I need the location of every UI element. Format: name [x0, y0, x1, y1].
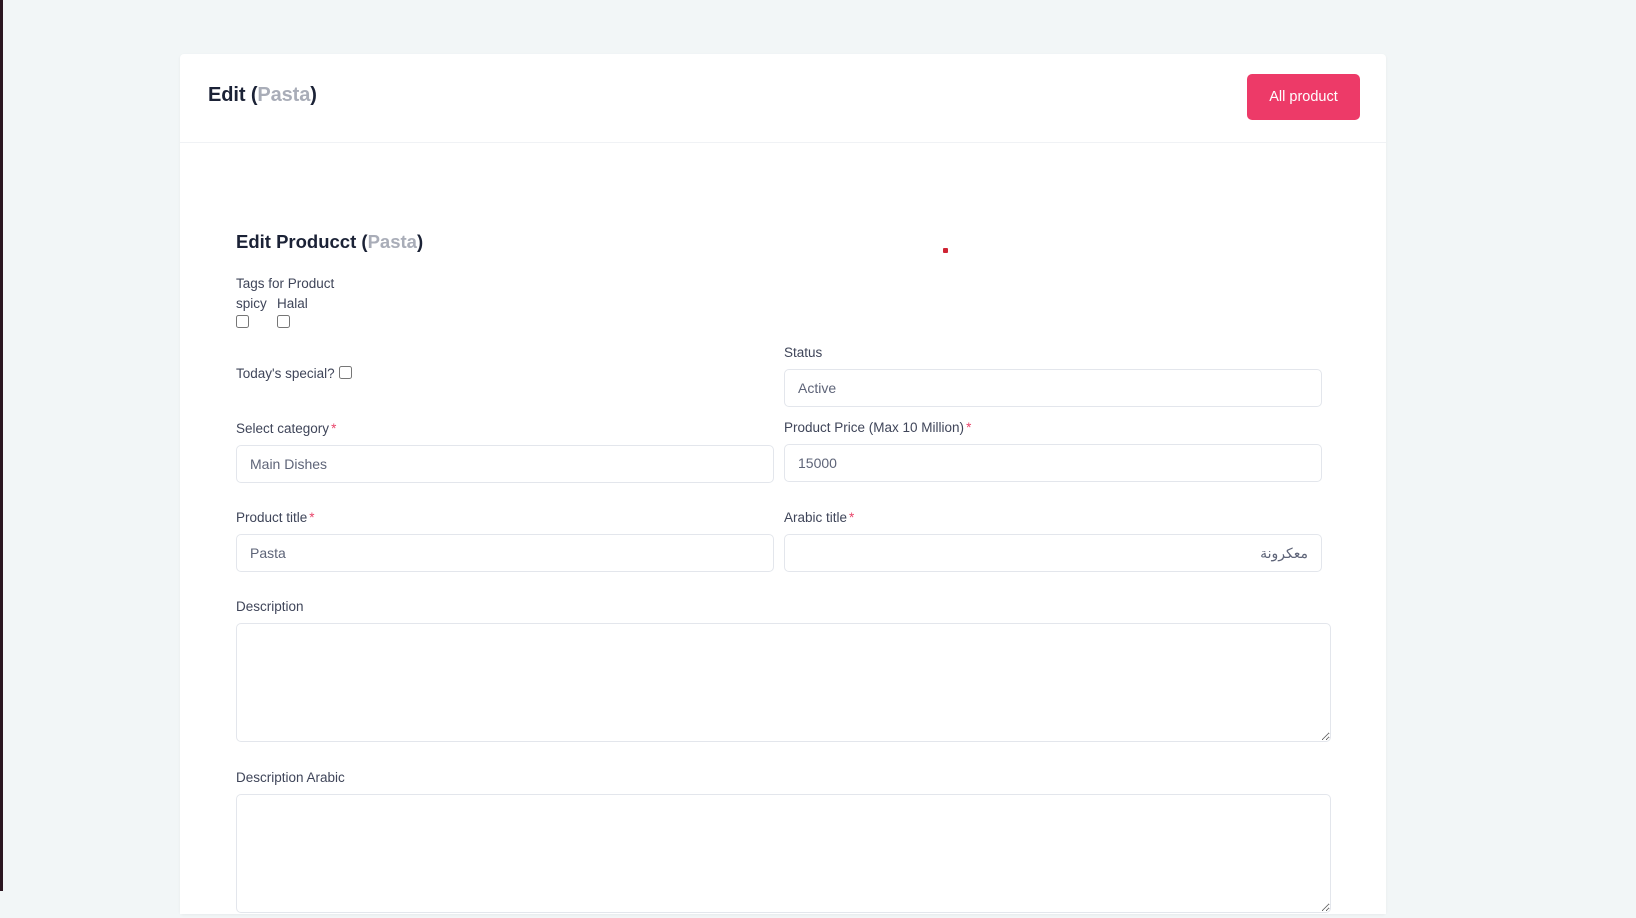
tag-checkbox-halal[interactable]: [277, 315, 290, 328]
field-product-price: Product Price (Max 10 Million) *: [784, 420, 1322, 482]
page-title-suffix: ): [310, 84, 317, 106]
form-section-title-product-name: Pasta: [367, 231, 417, 252]
tag-label-spicy: spicy: [236, 296, 267, 311]
product-price-label-text: Product Price (Max 10 Million): [784, 420, 965, 435]
product-title-input[interactable]: [236, 534, 774, 572]
page-title-product-name: Pasta: [257, 84, 311, 106]
tags-for-product-label: Tags for Product: [236, 276, 335, 291]
required-asterisk-product-title: *: [309, 510, 315, 525]
field-description: Description: [236, 599, 1331, 747]
form-section-title-prefix: Edit Producct (: [236, 231, 368, 252]
description-textarea[interactable]: [236, 623, 1331, 742]
field-status: Status: [784, 345, 1322, 407]
product-price-input[interactable]: [784, 444, 1322, 482]
required-marker-dot: [943, 248, 948, 253]
page-title-prefix: Edit (: [208, 84, 258, 106]
required-asterisk-category: *: [331, 421, 337, 436]
product-price-label: Product Price (Max 10 Million) *: [784, 420, 1322, 435]
field-arabic-title: Arabic title *: [784, 510, 1322, 572]
select-category-label: Select category *: [236, 421, 774, 436]
description-arabic-label: Description Arabic: [236, 770, 345, 785]
arabic-title-input[interactable]: [784, 534, 1322, 572]
form-section-title-suffix: ): [416, 231, 424, 252]
todays-special-checkbox[interactable]: [338, 366, 352, 379]
page-canvas: Edit (Pasta) All product Edit Producct (…: [0, 0, 1636, 914]
page-title: Edit (Pasta): [208, 84, 317, 107]
tag-option-spicy: spicy: [236, 296, 267, 328]
edit-product-form: Edit Producct (Pasta) Tags for Product s…: [180, 143, 1386, 914]
arabic-title-label-text: Arabic title: [784, 510, 848, 525]
tag-option-halal: Halal: [277, 296, 308, 328]
all-product-button[interactable]: All product: [1247, 74, 1360, 120]
status-input[interactable]: [784, 369, 1322, 407]
field-product-title: Product title *: [236, 510, 774, 572]
product-title-label: Product title *: [236, 510, 774, 525]
required-asterisk-price: *: [966, 420, 972, 435]
select-category-label-text: Select category: [236, 421, 330, 436]
product-title-label-text: Product title: [236, 510, 308, 525]
status-label: Status: [784, 345, 823, 360]
arabic-title-label: Arabic title *: [784, 510, 1322, 525]
field-description-arabic: Description Arabic: [236, 770, 1331, 918]
tag-checkbox-spicy[interactable]: [236, 315, 249, 328]
field-select-category: Select category *: [236, 421, 774, 483]
card-header: Edit (Pasta) All product: [180, 54, 1386, 142]
tag-label-halal: Halal: [277, 296, 308, 311]
form-section-title: Edit Producct (Pasta): [236, 231, 423, 253]
edit-product-card: Edit (Pasta) All product Edit Producct (…: [180, 54, 1386, 914]
todays-special-label: Today's special?: [236, 366, 335, 381]
description-label: Description: [236, 599, 304, 614]
required-asterisk-arabic-title: *: [849, 510, 855, 525]
todays-special-row: Today's special?: [236, 366, 352, 381]
description-arabic-textarea[interactable]: [236, 794, 1331, 913]
select-category-input[interactable]: [236, 445, 774, 483]
